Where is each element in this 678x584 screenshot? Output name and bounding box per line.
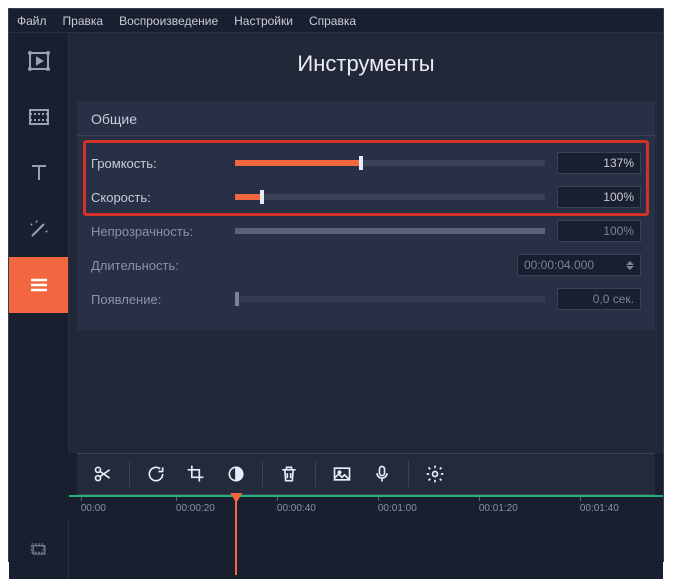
app-window: Файл Правка Воспроизведение Настройки Сп… [8,8,664,562]
rotate-icon [146,464,166,484]
tick: 00:01:20 [479,503,518,514]
slider-opacity [235,228,545,234]
tick: 00:01:40 [580,503,619,514]
sidebar-item-text[interactable] [9,145,68,201]
record-button[interactable] [364,458,400,490]
row-speed: Скорость: 100% [91,180,641,214]
settings-button[interactable] [417,458,453,490]
gear-icon [425,464,445,484]
menu-settings[interactable]: Настройки [234,14,293,28]
label-duration: Длительность: [91,258,223,273]
timeline-ruler[interactable]: 00:00 00:00:20 00:00:40 00:01:00 00:01:2… [69,495,663,519]
mic-icon [372,464,392,484]
panel-title: Инструменты [69,33,663,101]
slider-volume[interactable] [235,160,545,166]
tracks [9,519,663,579]
delete-button[interactable] [271,458,307,490]
trash-icon [279,464,299,484]
menu-help[interactable]: Справка [309,14,356,28]
contrast-icon [226,464,246,484]
content-panel: Инструменты Общие Громкость: 137% Скорос… [69,33,663,453]
value-speed[interactable]: 100% [557,186,641,208]
film-strip-icon [27,105,51,129]
duration-text: 00:00:04.000 [524,258,594,272]
tick: 00:00:40 [277,503,316,514]
label-volume: Громкость: [91,156,223,171]
general-panel: Общие Громкость: 137% Скорость: [77,101,655,330]
sidebar-item-preview[interactable] [9,33,68,89]
sidebar-item-tools[interactable] [9,257,68,313]
slider-speed[interactable] [235,194,545,200]
tick: 00:00 [81,503,106,514]
color-button[interactable] [218,458,254,490]
separator [129,461,130,487]
value-opacity: 100% [557,220,641,242]
menu-edit[interactable]: Правка [63,14,104,28]
sidebar-item-film[interactable] [9,89,68,145]
slider-appear [235,296,545,302]
row-volume: Громкость: 137% [91,146,641,180]
menu-file[interactable]: Файл [17,14,47,28]
row-appear: Появление: 0,0 сек. [91,282,641,316]
magic-wand-icon [27,217,51,241]
label-opacity: Непрозрачность: [91,224,223,239]
tick: 00:00:20 [176,503,215,514]
layers-icon [29,539,49,559]
text-icon [27,161,51,185]
scissors-icon [93,464,113,484]
value-duration: 00:00:04.000 [517,254,641,276]
film-play-icon [27,49,51,73]
panel-heading: Общие [77,101,655,136]
row-duration: Длительность: 00:00:04.000 [91,248,641,282]
timeline: 00:00 00:00:20 00:00:40 00:01:00 00:01:2… [9,495,663,579]
track-body[interactable] [69,519,663,579]
sidebar-item-effects[interactable] [9,201,68,257]
menu-play[interactable]: Воспроизведение [119,14,218,28]
image-icon [332,464,352,484]
menu-icon [27,273,51,297]
separator [315,461,316,487]
separator [408,461,409,487]
label-speed: Скорость: [91,190,223,205]
track-header[interactable] [9,519,69,579]
value-volume[interactable]: 137% [557,152,641,174]
row-opacity: Непрозрачность: 100% [91,214,641,248]
cut-button[interactable] [85,458,121,490]
playhead[interactable] [235,495,237,575]
sidebar [9,33,69,453]
separator [262,461,263,487]
value-appear: 0,0 сек. [557,288,641,310]
label-appear: Появление: [91,292,223,307]
rotate-button[interactable] [138,458,174,490]
menubar: Файл Правка Воспроизведение Настройки Сп… [9,9,663,33]
crop-icon [186,464,206,484]
crop-button[interactable] [178,458,214,490]
tick: 00:01:00 [378,503,417,514]
timeline-toolbar [77,453,655,495]
image-button[interactable] [324,458,360,490]
spinner-icon [626,261,634,270]
